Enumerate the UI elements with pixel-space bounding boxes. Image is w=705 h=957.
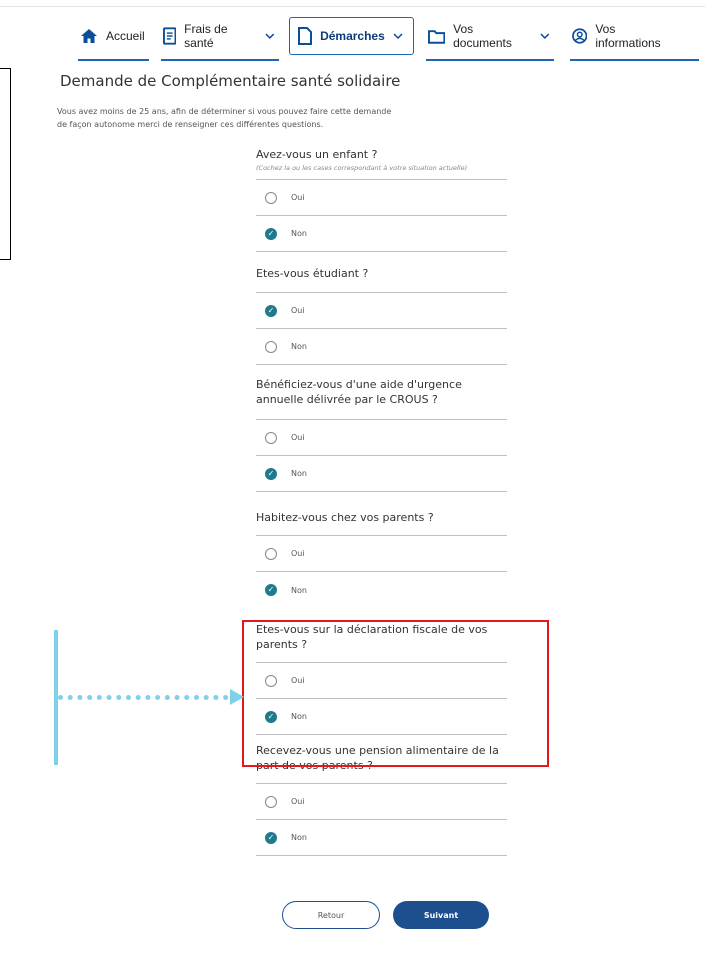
- question-block: Etes-vous étudiant ?: [256, 252, 507, 293]
- next-button[interactable]: Suivant: [393, 901, 489, 929]
- document-icon: [298, 27, 313, 45]
- option-label: Non: [291, 342, 307, 351]
- option-oui[interactable]: Oui: [256, 293, 507, 329]
- option-non[interactable]: Non: [256, 820, 507, 856]
- option-oui[interactable]: Oui: [256, 784, 507, 820]
- home-icon: [81, 29, 97, 43]
- question-text: Bénéficiez-vous d'une aide d'urgence ann…: [256, 378, 462, 406]
- option-label: Non: [291, 229, 307, 238]
- option-non[interactable]: Non: [256, 329, 507, 365]
- nav-vos-documents[interactable]: Vos documents: [420, 18, 560, 61]
- radio-button-checked[interactable]: [265, 304, 277, 317]
- question-block: Avez-vous un enfant ? (Cochez la ou les …: [256, 140, 507, 180]
- option-non[interactable]: Non: [256, 572, 507, 608]
- option-label: Oui: [291, 306, 305, 315]
- nav-accueil-label: Accueil: [106, 29, 145, 43]
- radio-button-checked[interactable]: [265, 584, 277, 596]
- option-label: Oui: [291, 797, 305, 806]
- question-text: Avez-vous un enfant ?: [256, 148, 378, 161]
- question-block: Bénéficiez-vous d'une aide d'urgence ann…: [256, 365, 507, 420]
- question-hint: (Cochez la ou les cases correspondant à …: [256, 164, 468, 172]
- option-label: Oui: [291, 193, 305, 202]
- radio-button-checked[interactable]: [265, 831, 277, 844]
- intro-text: Vous avez moins de 25 ans, afin de déter…: [57, 105, 457, 131]
- radio-button[interactable]: [265, 795, 277, 808]
- receipt-icon: [162, 27, 177, 45]
- option-oui[interactable]: Oui: [256, 180, 507, 216]
- user-icon: [571, 28, 588, 44]
- top-divider: [0, 6, 705, 7]
- radio-button-checked[interactable]: [265, 467, 277, 480]
- chevron-down-icon: [393, 33, 403, 39]
- nav-frais-label: Frais de santé: [184, 22, 228, 50]
- annotation-dotted-line: [58, 695, 238, 700]
- question-block: Habitez-vous chez vos parents ?: [256, 492, 507, 536]
- radio-button[interactable]: [265, 547, 277, 560]
- nav-demarches[interactable]: Démarches: [289, 17, 414, 55]
- option-label: Non: [291, 833, 307, 842]
- radio-button-checked[interactable]: [265, 227, 277, 240]
- radio-button[interactable]: [265, 340, 277, 353]
- option-label: Non: [291, 469, 307, 478]
- intro-line-1: Vous avez moins de 25 ans, afin de déter…: [57, 107, 392, 116]
- radio-button[interactable]: [265, 191, 277, 204]
- option-non[interactable]: Non: [256, 216, 507, 252]
- option-label: Oui: [291, 549, 305, 558]
- nav-frais-de-sante[interactable]: Frais de santé: [155, 18, 285, 61]
- question-text: Habitez-vous chez vos parents ?: [256, 511, 434, 524]
- radio-button[interactable]: [265, 431, 277, 444]
- folder-icon: [427, 29, 446, 44]
- option-non[interactable]: Non: [256, 456, 507, 492]
- main-nav: Accueil Frais de santé Démarches Vos doc…: [72, 14, 705, 61]
- left-frame: [0, 68, 11, 260]
- nav-vos-informations[interactable]: Vos informations: [564, 18, 705, 61]
- back-button[interactable]: Retour: [282, 901, 380, 929]
- question-text: Etes-vous étudiant ?: [256, 267, 369, 280]
- nav-informations-label: Vos informations: [595, 22, 661, 50]
- nav-documents-label: Vos documents: [453, 22, 512, 50]
- highlight-box: [242, 620, 549, 767]
- chevron-down-icon: [265, 33, 275, 39]
- option-label: Oui: [291, 433, 305, 442]
- nav-accueil[interactable]: Accueil: [72, 18, 155, 61]
- intro-line-2: de façon autonome merci de renseigner ce…: [57, 120, 324, 129]
- annotation-arrow-icon: [230, 689, 244, 705]
- option-label: Non: [291, 585, 307, 595]
- chevron-down-icon: [540, 33, 550, 39]
- option-oui[interactable]: Oui: [256, 536, 507, 572]
- option-oui[interactable]: Oui: [256, 420, 507, 456]
- page-title: Demande de Complémentaire santé solidair…: [60, 72, 401, 90]
- nav-demarches-label: Démarches: [320, 29, 385, 43]
